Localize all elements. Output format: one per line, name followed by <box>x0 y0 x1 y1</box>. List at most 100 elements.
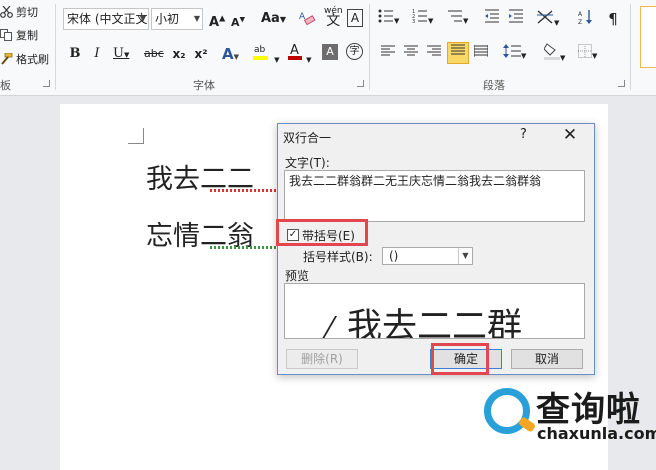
align-center-icon <box>404 45 418 61</box>
bold-button[interactable]: B <box>67 44 83 64</box>
highlight-box-ok-button <box>431 343 489 375</box>
numbering-icon: 123 <box>412 9 428 27</box>
font-name-combo[interactable]: 宋体 (中文正文 ▼ <box>63 8 149 30</box>
scissors-icon <box>0 5 13 18</box>
change-case-button[interactable]: Aa▼ <box>261 9 286 29</box>
distributed-icon <box>473 45 489 61</box>
shrink-font-button[interactable]: A▼ <box>230 9 246 29</box>
highlight-box-bracket-option <box>276 219 368 246</box>
chevron-down-icon[interactable]: ▼ <box>140 9 146 29</box>
borders-button[interactable]: ▼ <box>578 44 597 64</box>
font-group-label: 字体 <box>193 79 215 92</box>
grow-font-icon: A▲ <box>209 14 226 31</box>
character-border-button[interactable]: A <box>347 9 363 27</box>
borders-icon <box>578 44 592 62</box>
align-right-icon <box>427 45 441 61</box>
distributed-button[interactable] <box>473 44 489 64</box>
help-button[interactable]: ? <box>520 127 527 142</box>
chevron-down-icon[interactable]: ▼ <box>458 248 472 264</box>
svg-text:ab: ab <box>254 45 266 55</box>
strikethrough-label: abc <box>144 47 164 60</box>
sort-button[interactable]: AZ <box>578 9 594 29</box>
text-effects-button[interactable]: A▼ <box>222 44 239 64</box>
preview-label: 预览 <box>285 269 310 283</box>
highlighter-icon: ab <box>252 45 274 66</box>
underline-button[interactable]: U▼ <box>113 44 129 64</box>
clipboard-dialog-launcher-icon[interactable] <box>43 80 50 87</box>
clipboard-group-label: 板 <box>0 79 11 92</box>
numbering-button[interactable]: 1 2 3 ▼ <box>412 9 433 29</box>
cut-label: 剪切 <box>16 6 38 19</box>
margin-corner-mark <box>128 128 144 144</box>
justify-button[interactable] <box>447 42 469 64</box>
decrease-indent-button[interactable] <box>484 9 500 29</box>
character-shading-button[interactable]: A <box>322 44 338 60</box>
styles-gallery[interactable] <box>640 6 656 68</box>
text-field-label: 文字(T): <box>285 156 330 170</box>
format-painter-button[interactable]: 格式刷 <box>0 51 49 67</box>
chinese-layout-button[interactable]: ▼ <box>536 9 559 29</box>
svg-text:Z: Z <box>578 19 582 25</box>
increase-indent-button[interactable] <box>508 9 524 29</box>
font-dialog-launcher-icon[interactable] <box>357 80 364 87</box>
font-name-value: 宋体 (中文正文 <box>67 12 148 26</box>
subscript-button[interactable]: x₂ <box>171 44 187 64</box>
clear-formatting-icon: A <box>298 12 316 30</box>
bullets-button[interactable]: ▼ <box>378 9 399 29</box>
multilevel-list-icon <box>447 10 463 27</box>
line-spacing-button[interactable]: ▼ <box>503 44 526 64</box>
dialog-title: 双行合一 <box>283 131 332 145</box>
spelling-underline <box>210 189 278 192</box>
bracket-style-label: 括号样式(B): <box>303 250 373 264</box>
grow-font-button[interactable]: A▲ <box>209 9 226 31</box>
watermark-url: chaxunla.com <box>537 424 656 443</box>
align-right-button[interactable] <box>426 44 442 64</box>
text-input[interactable]: 我去二二群翁群二无王庆忘情二翁我去二翁群翁 <box>284 170 585 222</box>
shrink-font-icon: A▼ <box>231 15 245 29</box>
paragraph-dialog-launcher-icon[interactable] <box>618 80 625 87</box>
phonetic-guide-icon: wén 文 <box>324 6 343 29</box>
sort-icon: AZ <box>578 10 594 29</box>
superscript-button[interactable]: x² <box>193 44 209 64</box>
preview-bracket <box>318 316 346 338</box>
align-center-button[interactable] <box>403 44 419 64</box>
cancel-button[interactable]: 取消 <box>511 349 583 369</box>
font-color-button[interactable]: A ▼ <box>288 42 312 64</box>
bracket-style-select[interactable]: () ▼ <box>382 247 473 265</box>
underline-label: U <box>113 46 124 61</box>
svg-text:A: A <box>290 43 299 58</box>
highlight-button[interactable]: ab ▼ <box>252 42 280 64</box>
align-left-button[interactable] <box>380 44 396 64</box>
superscript-label: x² <box>194 47 208 61</box>
close-icon[interactable]: ✕ <box>562 125 578 145</box>
combine-two-lines-dialog: 双行合一 ? ✕ 文字(T): 我去二二群翁群二无王庆忘情二翁我去二翁群翁 ✓ … <box>277 123 595 375</box>
bullets-icon <box>378 9 394 27</box>
phonetic-guide-button[interactable]: wén 文 <box>324 6 343 29</box>
clear-formatting-button[interactable]: A <box>298 9 316 29</box>
paint-bucket-icon <box>543 43 560 64</box>
shading-button[interactable]: ▼ <box>543 42 565 64</box>
ribbon: 剪切 复制 格式刷 板 宋体 (中文正文 ▼ 小初 ▼ A▲ A▼ Aa▼ A … <box>0 0 656 96</box>
chinese-layout-icon <box>536 10 554 29</box>
show-marks-button[interactable]: ¶ <box>605 9 621 29</box>
text-effects-icon: A <box>222 45 234 63</box>
enclose-characters-button[interactable]: 字 <box>346 43 363 60</box>
character-shading-icon: A <box>326 45 334 58</box>
cut-button[interactable]: 剪切 <box>0 4 38 20</box>
paragraph-group-label: 段落 <box>483 79 505 92</box>
format-painter-label: 格式刷 <box>16 53 49 66</box>
copy-label: 复制 <box>16 29 38 42</box>
font-size-combo[interactable]: 小初 ▼ <box>151 8 203 30</box>
copy-button[interactable]: 复制 <box>0 27 38 43</box>
strikethrough-button[interactable]: abc <box>144 44 164 64</box>
character-border-label: A <box>350 11 360 25</box>
multilevel-list-button[interactable]: ▼ <box>447 9 468 29</box>
chevron-down-icon[interactable]: ▼ <box>194 9 200 29</box>
decrease-indent-icon <box>484 9 500 27</box>
pilcrow-icon: ¶ <box>608 10 618 28</box>
italic-button[interactable]: I <box>89 44 105 64</box>
preview-pane: 我去二二群 <box>284 283 585 339</box>
svg-text:A: A <box>578 11 583 18</box>
delete-button[interactable]: 删除(R) <box>286 349 358 369</box>
preview-text: 我去二二群 <box>347 307 523 339</box>
